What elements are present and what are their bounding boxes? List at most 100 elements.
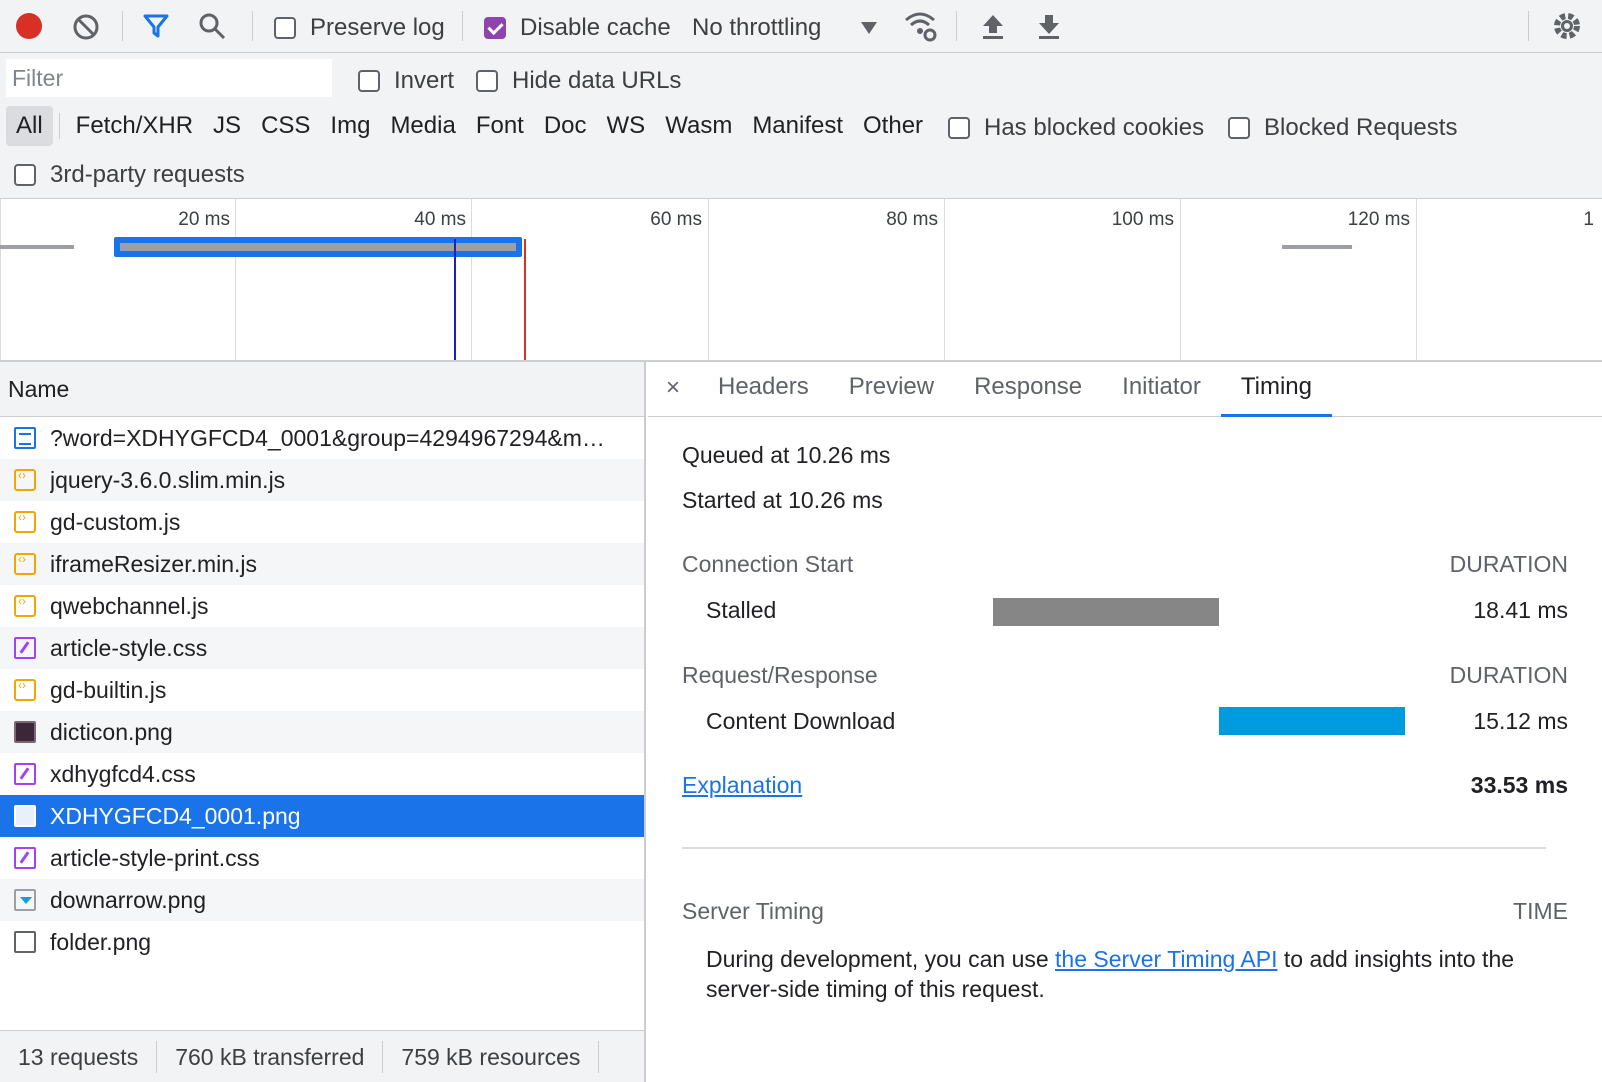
type-filter-doc[interactable]: Doc — [534, 106, 597, 146]
has-blocked-cookies-label: Has blocked cookies — [984, 114, 1205, 141]
tick-label: 40 ms — [414, 209, 466, 230]
total-duration: 33.53 ms — [1470, 772, 1568, 798]
close-icon[interactable]: × — [666, 374, 680, 402]
request-count: 13 requests — [0, 1040, 158, 1073]
filter-toggle-button[interactable] — [142, 12, 170, 40]
stylesheet-icon — [14, 763, 36, 785]
import-har-button[interactable] — [980, 12, 1006, 40]
throttling-value: No throttling — [692, 14, 822, 41]
filter-input[interactable] — [6, 59, 332, 97]
tick-label: 1 — [1583, 209, 1594, 230]
tab-preview[interactable]: Preview — [829, 361, 954, 416]
request-row[interactable]: folder.png — [0, 921, 644, 963]
request-row[interactable]: ?word=XDHYGFCD4_0001&group=4294967294&m… — [0, 417, 644, 459]
type-filter-wasm[interactable]: Wasm — [655, 106, 742, 146]
disable-cache-box[interactable] — [484, 17, 506, 39]
network-toolbar: Preserve log Disable cache No throttling — [0, 0, 1602, 53]
type-filter-manifest[interactable]: Manifest — [742, 106, 853, 146]
blocked-requests-label: Blocked Requests — [1264, 114, 1458, 141]
content-download-value: 15.12 ms — [1473, 708, 1568, 734]
queued-at: Queued at 10.26 ms — [682, 442, 891, 468]
request-bar — [1282, 245, 1352, 249]
hide-data-urls-box[interactable] — [476, 70, 498, 92]
tick-label: 80 ms — [886, 209, 938, 230]
request-row[interactable]: article-style-print.css — [0, 837, 644, 879]
request-row[interactable]: gd-builtin.js — [0, 669, 644, 711]
has-blocked-cookies-checkbox[interactable]: Has blocked cookies — [948, 114, 1204, 142]
type-filter-media[interactable]: Media — [380, 106, 465, 146]
network-conditions-button[interactable] — [904, 10, 938, 42]
request-row[interactable]: dicticon.png — [0, 711, 644, 753]
image-icon — [14, 721, 36, 743]
has-blocked-cookies-box[interactable] — [948, 117, 970, 139]
record-button[interactable] — [16, 13, 42, 39]
request-row[interactable]: gd-custom.js — [0, 501, 644, 543]
request-response-heading: Request/Response — [682, 662, 878, 688]
third-party-box[interactable] — [14, 164, 36, 186]
timeline-overview[interactable]: 20 ms 40 ms 60 ms 80 ms 100 ms 120 ms 1 — [0, 199, 1602, 362]
type-filter-css[interactable]: CSS — [251, 106, 320, 146]
gear-icon — [1554, 13, 1580, 39]
preserve-log-box[interactable] — [274, 17, 296, 39]
request-row[interactable]: iframeResizer.min.js — [0, 543, 644, 585]
tab-timing[interactable]: Timing — [1220, 361, 1333, 417]
name-column-header[interactable]: Name — [0, 362, 644, 417]
request-row[interactable]: downarrow.png — [0, 879, 644, 921]
resource-type-filters: All Fetch/XHR JS CSS Img Media Font Doc … — [6, 105, 933, 147]
selected-request-bar — [114, 237, 522, 257]
tick-label: 100 ms — [1111, 209, 1174, 230]
record-icon — [16, 13, 42, 39]
type-filter-ws[interactable]: WS — [597, 106, 656, 146]
image-icon — [14, 931, 36, 953]
invert-checkbox[interactable]: Invert — [358, 67, 454, 95]
image-icon — [14, 805, 36, 827]
content-download-bar — [1219, 707, 1405, 735]
tab-response[interactable]: Response — [954, 361, 1102, 416]
settings-button[interactable] — [1552, 11, 1582, 41]
request-rows: ?word=XDHYGFCD4_0001&group=4294967294&m…… — [0, 417, 644, 963]
export-har-button[interactable] — [1036, 12, 1062, 40]
invert-label: Invert — [394, 67, 455, 94]
clear-icon — [73, 14, 99, 40]
tick-label: 20 ms — [178, 209, 230, 230]
third-party-label: 3rd-party requests — [50, 161, 245, 188]
request-row[interactable]: qwebchannel.js — [0, 585, 644, 627]
request-bar — [0, 245, 74, 249]
explanation-link[interactable]: Explanation — [682, 772, 802, 799]
throttling-select[interactable]: No throttling — [692, 14, 878, 42]
clear-button[interactable] — [72, 13, 100, 41]
preserve-log-checkbox[interactable]: Preserve log — [274, 14, 445, 42]
connection-start-heading: Connection Start — [682, 551, 854, 577]
server-timing-description: During development, you can use the Serv… — [706, 946, 1515, 1002]
tab-headers[interactable]: Headers — [698, 361, 829, 416]
dropdown-arrow-icon — [861, 22, 878, 34]
third-party-checkbox[interactable]: 3rd-party requests — [14, 161, 245, 189]
script-icon — [14, 678, 36, 701]
type-filter-img[interactable]: Img — [320, 106, 380, 146]
search-button[interactable] — [198, 12, 226, 40]
type-filter-font[interactable]: Font — [466, 106, 534, 146]
tab-initiator[interactable]: Initiator — [1102, 361, 1221, 416]
type-filter-all[interactable]: All — [6, 106, 53, 146]
request-detail-pane: × Headers Preview Response Initiator Tim… — [648, 362, 1602, 1082]
request-row-selected[interactable]: XDHYGFCD4_0001.png — [0, 795, 644, 837]
request-row[interactable]: jquery-3.6.0.slim.min.js — [0, 459, 644, 501]
blocked-requests-checkbox[interactable]: Blocked Requests — [1228, 114, 1457, 142]
dom-content-loaded-marker — [454, 239, 456, 360]
invert-box[interactable] — [358, 70, 380, 92]
stalled-bar — [993, 598, 1219, 626]
blocked-requests-box[interactable] — [1228, 117, 1250, 139]
script-icon — [14, 552, 36, 575]
type-filter-js[interactable]: JS — [203, 106, 251, 146]
tick-label: 60 ms — [650, 209, 702, 230]
request-row[interactable]: xdhygfcd4.css — [0, 753, 644, 795]
script-icon — [14, 594, 36, 617]
filter-icon — [143, 14, 169, 38]
type-filter-other[interactable]: Other — [853, 106, 933, 146]
request-list: Name ?word=XDHYGFCD4_0001&group=42949672… — [0, 362, 646, 1082]
hide-data-urls-checkbox[interactable]: Hide data URLs — [476, 67, 681, 95]
disable-cache-checkbox[interactable]: Disable cache — [484, 14, 671, 42]
type-filter-fetch-xhr[interactable]: Fetch/XHR — [66, 106, 203, 146]
request-row[interactable]: article-style.css — [0, 627, 644, 669]
server-timing-api-link[interactable]: the Server Timing API — [1055, 946, 1277, 972]
